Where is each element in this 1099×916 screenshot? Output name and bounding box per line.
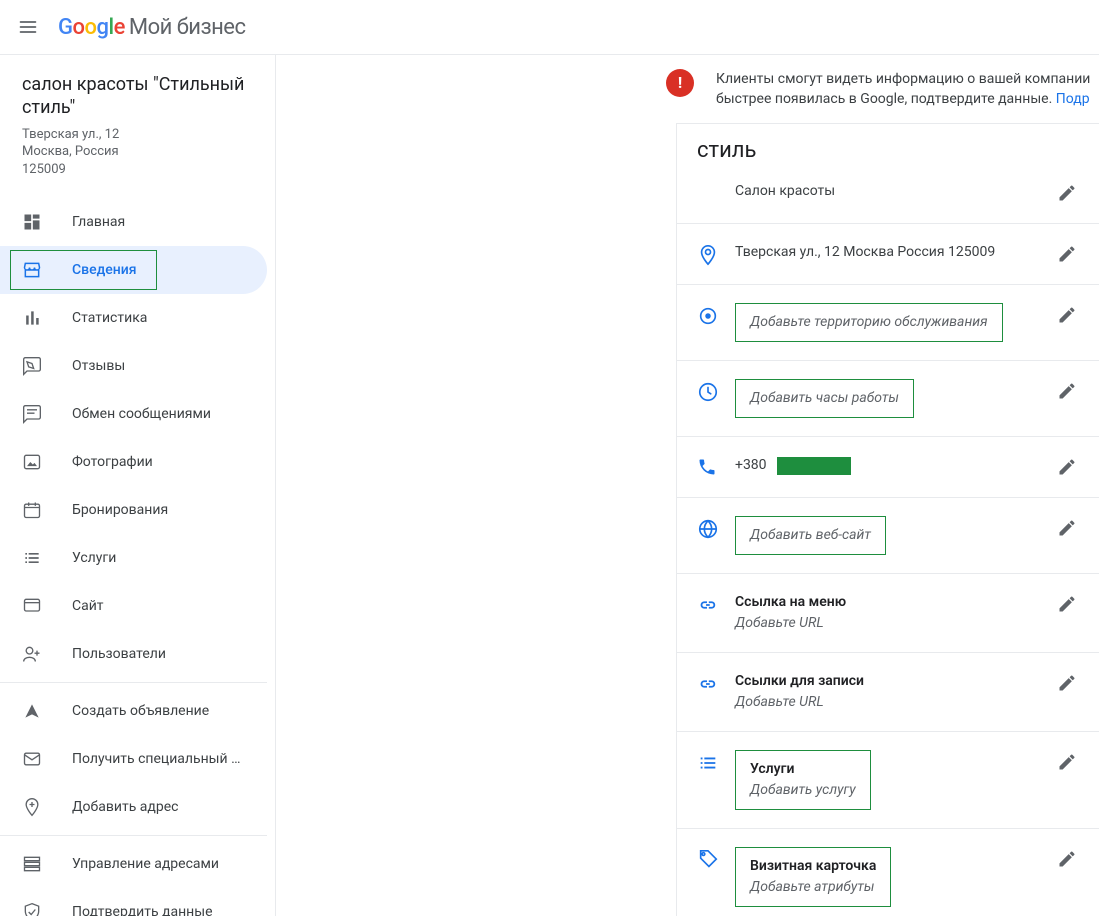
add-location-icon — [22, 797, 48, 817]
nav-home[interactable]: Главная — [0, 198, 267, 246]
link-icon — [697, 592, 735, 616]
list-icon — [22, 548, 48, 568]
nav-reviews[interactable]: Отзывы — [0, 342, 267, 390]
edit-website-button[interactable] — [1055, 516, 1079, 540]
nav-photos[interactable]: Фотографии — [0, 438, 267, 486]
add-service-area-button[interactable]: Добавьте территорию обслуживания — [735, 303, 1003, 342]
nav-special-account[interactable]: Получить специальный акк... — [0, 735, 267, 783]
nav-add-address[interactable]: Добавить адрес — [0, 783, 267, 831]
booking-links-title: Ссылки для записи — [735, 673, 864, 689]
main-content: ! Клиенты смогут видеть информацию о ваш… — [276, 55, 1099, 916]
nav-info[interactable]: Сведения — [0, 246, 267, 294]
nav-statistics[interactable]: Статистика — [0, 294, 267, 342]
mail-icon — [22, 749, 48, 769]
edit-menu-link-button[interactable] — [1055, 592, 1079, 616]
phone-masked — [777, 457, 851, 475]
nav-messages[interactable]: Обмен сообщениями — [0, 390, 267, 438]
panel-title: стиль — [677, 124, 1099, 181]
globe-icon — [697, 516, 735, 540]
menu-link-sub: Добавьте URL — [735, 615, 824, 631]
booking-links-sub: Добавьте URL — [735, 694, 824, 710]
alert-icon: ! — [666, 69, 694, 97]
chat-icon — [22, 404, 48, 424]
pin-icon — [697, 242, 735, 266]
web-icon — [22, 596, 48, 616]
phone-value: +380 — [735, 455, 1055, 476]
edit-services-button[interactable] — [1055, 750, 1079, 774]
edit-booking-links-button[interactable] — [1055, 671, 1079, 695]
row-address: Тверская ул., 12 Москва Россия 125009 — [677, 223, 1099, 284]
business-header: салон красоты "Стильный стиль" Тверская … — [0, 55, 275, 192]
edit-hours-button[interactable] — [1055, 379, 1079, 403]
tag-icon — [697, 847, 735, 871]
edit-category-button[interactable] — [1055, 181, 1079, 205]
product-name: Мой бизнес — [129, 15, 246, 40]
add-website-button[interactable]: Добавить веб-сайт — [735, 516, 886, 555]
edit-phone-button[interactable] — [1055, 455, 1079, 479]
storefront-icon — [22, 260, 48, 280]
google-logo: Google Мой бизнес — [58, 15, 246, 40]
calendar-icon — [22, 500, 48, 520]
banner-link[interactable]: Подр — [1056, 91, 1090, 107]
nav-bookings[interactable]: Бронирования — [0, 486, 267, 534]
photo-icon — [22, 452, 48, 472]
primary-nav: Главная Сведения Статистика Отзывы Обмен… — [0, 192, 275, 916]
add-service-button[interactable]: Услуги Добавить услугу — [735, 750, 871, 810]
nav-website[interactable]: Сайт — [0, 582, 267, 630]
edit-address-button[interactable] — [1055, 242, 1079, 266]
address-value: Тверская ул., 12 Москва Россия 125009 — [735, 242, 1055, 263]
row-business-card: Визитная карточка Добавьте атрибуты — [677, 828, 1099, 916]
add-attributes-button[interactable]: Визитная карточка Добавьте атрибуты — [735, 847, 891, 907]
sidebar: салон красоты "Стильный стиль" Тверская … — [0, 55, 276, 916]
target-icon — [697, 303, 735, 327]
nav-manage-addresses[interactable]: Управление адресами — [0, 840, 267, 888]
hamburger-menu-icon[interactable] — [16, 15, 40, 39]
nav-services[interactable]: Услуги — [0, 534, 267, 582]
grid-icon — [22, 854, 48, 874]
dashboard-icon — [22, 212, 48, 232]
nav-create-ad[interactable]: Создать объявление — [0, 687, 267, 735]
row-service-area: Добавьте территорию обслуживания — [677, 284, 1099, 360]
clock-icon — [697, 379, 735, 403]
review-icon — [22, 356, 48, 376]
edit-business-card-button[interactable] — [1055, 847, 1079, 871]
info-panel: стиль Салон красоты Тверская ул., 12 Мос… — [676, 123, 1099, 916]
row-menu-link: Ссылка на меню Добавьте URL — [677, 573, 1099, 652]
phone-icon — [697, 455, 735, 477]
row-booking-links: Ссылки для записи Добавьте URL — [677, 652, 1099, 731]
business-name: салон красоты "Стильный стиль" — [22, 73, 253, 120]
users-icon — [22, 644, 48, 664]
banner-text: Клиенты смогут видеть информацию о вашей… — [716, 69, 1090, 110]
nav-verify[interactable]: Подтвердить данные — [0, 888, 267, 916]
row-services: Услуги Добавить услугу — [677, 731, 1099, 828]
list-icon — [697, 750, 735, 774]
row-category: Салон красоты — [677, 181, 1099, 223]
row-phone: +380 — [677, 436, 1099, 497]
menu-link-title: Ссылка на меню — [735, 594, 846, 610]
row-website: Добавить веб-сайт — [677, 497, 1099, 573]
link-icon — [697, 671, 735, 695]
bar-chart-icon — [22, 308, 48, 328]
add-hours-button[interactable]: Добавить часы работы — [735, 379, 914, 418]
edit-service-area-button[interactable] — [1055, 303, 1079, 327]
business-address: Тверская ул., 12 Москва, Россия 125009 — [22, 126, 253, 179]
row-hours: Добавить часы работы — [677, 360, 1099, 436]
verification-banner: ! Клиенты смогут видеть информацию о ваш… — [666, 55, 1099, 122]
ads-icon — [22, 701, 48, 721]
verified-icon — [22, 902, 48, 916]
nav-users[interactable]: Пользователи — [0, 630, 267, 678]
category-value: Салон красоты — [735, 181, 1055, 202]
app-bar: Google Мой бизнес — [0, 0, 1099, 55]
